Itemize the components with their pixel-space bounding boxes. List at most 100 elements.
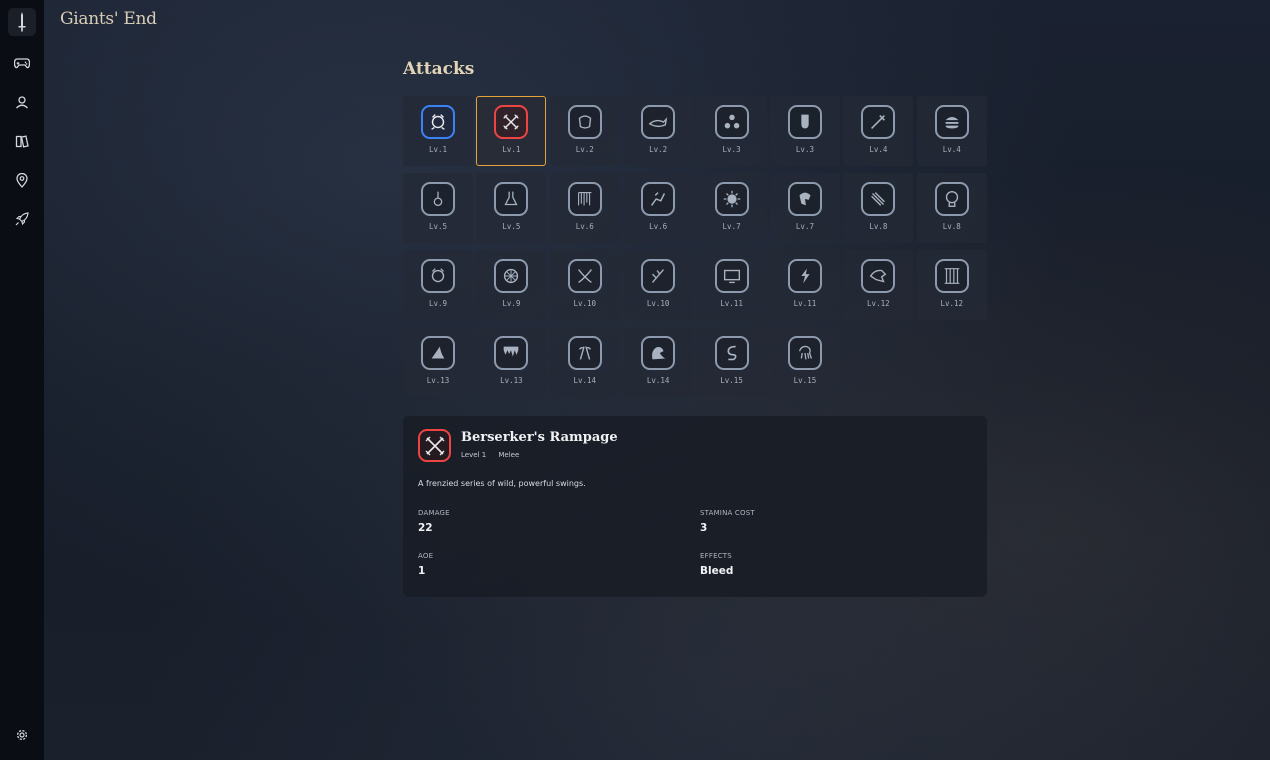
gauntlet-icon <box>787 105 822 139</box>
spikes-icon <box>567 182 602 216</box>
attack-tile[interactable]: Lv.9 <box>403 250 473 320</box>
attack-level-label: Lv.8 <box>942 222 961 231</box>
attack-tile[interactable]: Lv.5 <box>476 173 547 243</box>
damage-label: DAMAGE <box>418 509 450 517</box>
lightning-fist-icon <box>787 259 822 293</box>
attack-level-label: Lv.3 <box>722 145 741 154</box>
attack-level-label: Lv.8 <box>869 222 888 231</box>
attack-tile[interactable]: Lv.4 <box>843 96 914 166</box>
attack-level-label: Lv.6 <box>575 222 594 231</box>
sunburst-icon <box>714 182 749 216</box>
app-title: Giants' End <box>60 9 157 29</box>
attack-meta: Level 1 Melee <box>461 451 529 459</box>
aoe-value: 1 <box>418 565 426 577</box>
wheel-icon <box>494 259 529 293</box>
attack-tile[interactable]: Lv.2 <box>549 96 620 166</box>
stamina-value: 3 <box>700 522 708 534</box>
dragon-head-icon <box>787 182 822 216</box>
monitor-icon <box>714 259 749 293</box>
attack-tile[interactable]: Lv.15 <box>696 327 767 397</box>
attack-tile[interactable]: Lv.1 <box>476 96 547 166</box>
shark-fin-icon <box>421 336 455 370</box>
attack-level-label: Lv.9 <box>502 299 521 308</box>
attack-tile[interactable]: Lv.3 <box>696 96 767 166</box>
attack-tile[interactable]: Lv.11 <box>696 250 767 320</box>
dripping-icon <box>494 336 529 370</box>
user-icon[interactable] <box>11 91 33 113</box>
damage-value: 22 <box>418 522 433 534</box>
attack-description: A frenzied series of wild, powerful swin… <box>418 479 586 488</box>
map-pin-icon[interactable] <box>11 169 33 191</box>
attack-tile[interactable]: Lv.12 <box>916 250 987 320</box>
stamina-label: STAMINA COST <box>700 509 755 517</box>
attack-level-label: Lv.1 <box>428 145 448 154</box>
attack-tile[interactable]: Lv.10 <box>623 250 694 320</box>
attack-level-label: Lv.12 <box>867 299 890 308</box>
effects-label: EFFECTS <box>700 552 732 560</box>
attack-tile[interactable]: Lv.11 <box>769 250 840 320</box>
attack-tile[interactable]: Lv.10 <box>549 250 620 320</box>
attack-tile[interactable]: Lv.14 <box>623 327 694 397</box>
attack-tile[interactable]: Lv.12 <box>843 250 914 320</box>
attack-level-label: Lv.13 <box>500 376 523 385</box>
attack-level-label: Lv.1 <box>502 145 521 154</box>
attack-level-label: Lv.5 <box>502 222 521 231</box>
effects-value: Bleed <box>700 565 734 577</box>
gamepad-icon[interactable] <box>11 52 33 74</box>
attack-tile[interactable]: Lv.6 <box>549 173 620 243</box>
claw-slash-icon <box>861 182 896 216</box>
gear-icon[interactable] <box>11 724 33 746</box>
cage-icon <box>934 259 969 293</box>
stamina-stat: STAMINA COST 3 <box>700 509 755 534</box>
attack-level-label: Lv.2 <box>575 145 594 154</box>
attack-tile[interactable]: Lv.9 <box>476 250 547 320</box>
attack-detail-panel: Berserker's Rampage Level 1 Melee A fren… <box>403 416 987 597</box>
aoe-label: AOE <box>418 552 434 560</box>
attack-tile[interactable]: Lv.5 <box>403 173 473 243</box>
serpent-icon <box>714 336 749 370</box>
brain-icon <box>934 182 969 216</box>
attack-level-label: Lv.2 <box>649 145 668 154</box>
attack-tile[interactable]: Lv.8 <box>916 173 987 243</box>
attack-level-label: Lv.12 <box>940 299 964 308</box>
attack-tile[interactable]: Lv.2 <box>623 96 694 166</box>
attack-tile[interactable]: Lv.13 <box>403 327 473 397</box>
blade-strike-icon <box>861 105 896 139</box>
sidebar <box>0 0 44 760</box>
fist-icon <box>567 105 602 139</box>
crossed-swords-icon <box>494 105 529 139</box>
attack-tile[interactable]: Lv.13 <box>476 327 547 397</box>
attack-tile[interactable]: Lv.6 <box>623 173 694 243</box>
attack-tile[interactable]: Lv.1 <box>403 96 473 166</box>
attack-tile[interactable]: Lv.7 <box>769 173 840 243</box>
beast-icon <box>421 105 455 139</box>
attack-tile[interactable]: Lv.14 <box>549 327 620 397</box>
attack-tile[interactable]: Lv.7 <box>696 173 767 243</box>
effects-stat: EFFECTS Bleed <box>700 552 733 577</box>
attack-level: Level 1 <box>461 451 487 459</box>
sword-logo-icon[interactable] <box>8 8 36 36</box>
attack-tile[interactable]: Lv.4 <box>916 96 987 166</box>
attack-level-label: Lv.11 <box>720 299 743 308</box>
attack-tile[interactable]: Lv.3 <box>769 96 840 166</box>
attack-level-label: Lv.3 <box>795 145 814 154</box>
aoe-stat: AOE 1 <box>418 552 433 577</box>
attack-level-label: Lv.11 <box>793 299 817 308</box>
book-icon[interactable] <box>11 130 33 152</box>
attack-level-label: Lv.15 <box>720 376 743 385</box>
attack-level-label: Lv.10 <box>573 299 597 308</box>
flask-icon <box>494 182 529 216</box>
attack-level-label: Lv.4 <box>869 145 888 154</box>
attack-level-label: Lv.10 <box>646 299 670 308</box>
whale-icon <box>641 105 676 139</box>
attack-level-label: Lv.7 <box>722 222 741 231</box>
attack-level-label: Lv.15 <box>793 376 817 385</box>
rocket-icon[interactable] <box>11 208 33 230</box>
attack-tile[interactable]: Lv.15 <box>769 327 840 397</box>
attack-grid: Lv.1 Lv.1 Lv.2 Lv.2 Lv.3 Lv.3 Lv.4 Lv.4 Lv.5 Lv.5… <box>403 96 987 397</box>
crossed-swords-icon <box>418 429 451 462</box>
attack-level-label: Lv.13 <box>426 376 450 385</box>
attack-level-label: Lv.9 <box>428 299 448 308</box>
attack-tile[interactable]: Lv.8 <box>843 173 914 243</box>
dinosaur-skull-icon <box>861 259 896 293</box>
